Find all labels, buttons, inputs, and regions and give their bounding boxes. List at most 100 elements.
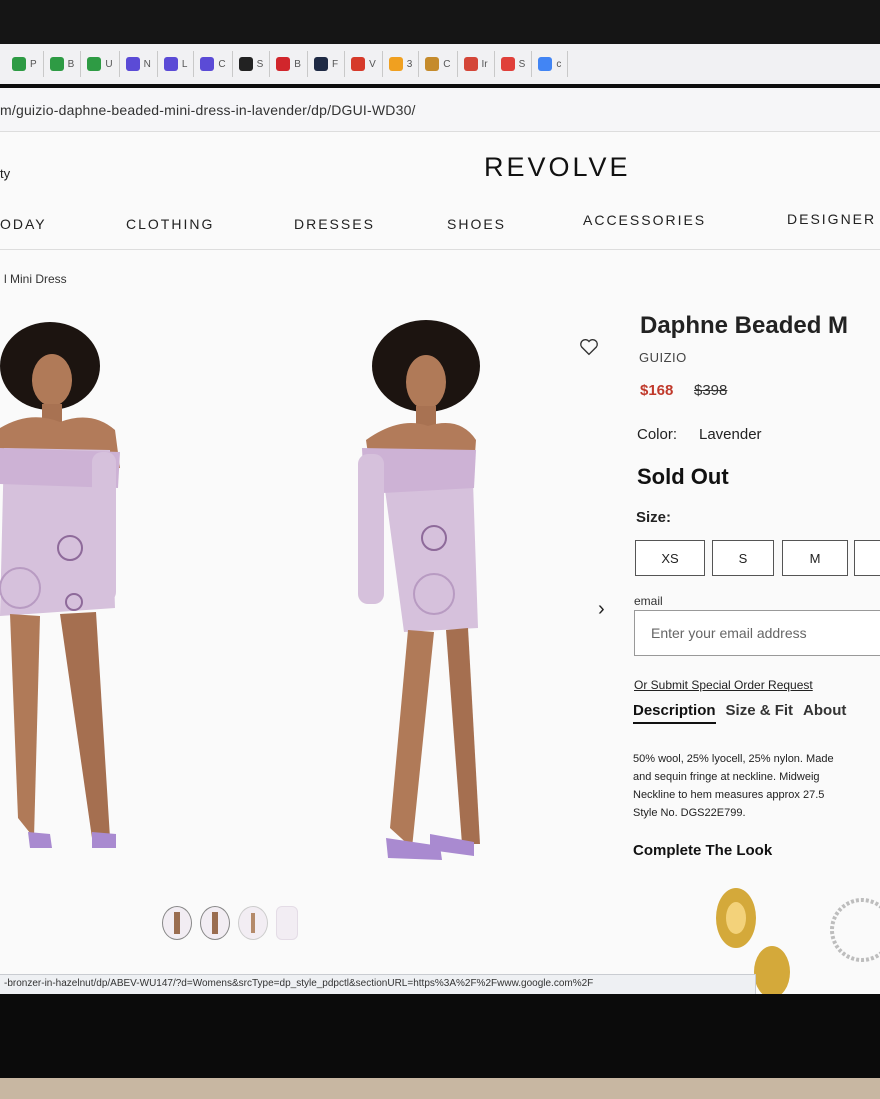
size-button-m[interactable]: M <box>782 540 848 576</box>
browser-tab[interactable]: B <box>44 51 82 77</box>
chevron-right-icon[interactable]: › <box>598 598 605 621</box>
compass-icon <box>238 57 253 71</box>
product-title: Daphne Beaded M <box>640 312 849 339</box>
dress-sleeve <box>92 452 116 602</box>
browser-tab[interactable]: B <box>270 51 308 77</box>
description-line: 50% wool, 25% lyocell, 25% nylon. Made <box>633 753 834 765</box>
nav-dresses[interactable]: DRESSES <box>294 216 375 232</box>
record-icon <box>500 57 515 71</box>
plus-square-icon <box>87 57 102 71</box>
shoe-left <box>28 832 52 848</box>
browser-tab-label: C <box>443 58 451 70</box>
browser-tab-label: B <box>294 58 301 70</box>
seahorse-icon <box>163 57 178 71</box>
browser-tab[interactable]: c <box>532 51 569 77</box>
trend-icon <box>313 57 328 71</box>
browser-tab-label: U <box>105 58 113 70</box>
earring-highlight <box>726 902 746 934</box>
tab-description[interactable]: Description <box>633 702 716 724</box>
photo-of-screen: P B U N L C S B F V 3 C Ir Sc m/guizio-daphne-beaded-… <box>0 0 880 1099</box>
browser-tab[interactable]: N <box>120 51 158 77</box>
browser-tab-label: F <box>331 58 339 70</box>
nav-clothing[interactable]: CLOTHING <box>126 216 214 232</box>
size-button-l[interactable] <box>854 540 880 576</box>
model-leg-right <box>60 612 110 838</box>
nav-today[interactable]: ODAY <box>0 216 47 232</box>
browser-tab[interactable]: F <box>308 51 346 77</box>
browser-tab-label: V <box>369 58 376 70</box>
product-brand[interactable]: GUIZIO <box>639 350 687 365</box>
gmail-icon <box>463 57 478 71</box>
sold-out-status: Sold Out <box>637 464 729 489</box>
plus-square-icon <box>49 57 64 71</box>
special-order-link[interactable]: Or Submit Special Order Request <box>634 678 813 692</box>
w-square-icon <box>351 57 366 71</box>
email-field[interactable] <box>634 610 880 656</box>
original-price: $398 <box>694 382 728 399</box>
main-nav: ODAY CLOTHING DRESSES SHOES ACCESSORIES … <box>0 202 880 250</box>
nav-shoes[interactable]: SHOES <box>447 216 506 232</box>
browser-tab-bar: P B U N L C S B F V 3 C Ir Sc <box>0 44 880 84</box>
bracelet-item[interactable] <box>830 898 880 962</box>
nav-designer[interactable]: DESIGNER <box>787 211 876 227</box>
browser-tab-label: Ir <box>481 58 488 70</box>
description-line: Style No. DGS22E799. <box>633 807 746 819</box>
calendar-icon <box>388 57 403 71</box>
browser-tab[interactable]: L <box>158 51 195 77</box>
nav-accessories[interactable]: ACCESSORIES <box>583 212 706 228</box>
r-square-icon <box>425 57 440 71</box>
browser-tab[interactable]: P <box>6 51 44 77</box>
browser-tab-label: S <box>256 58 264 70</box>
revolve-logo[interactable]: REVOLVE <box>484 152 631 183</box>
color-label: Color: <box>637 426 678 443</box>
browser-tab-label: 3 <box>406 58 413 70</box>
browser-tab[interactable]: 3 <box>383 51 420 77</box>
earring-item[interactable] <box>754 946 790 994</box>
size-button-xs[interactable]: XS <box>635 540 705 576</box>
tab-size-fit[interactable]: Size & Fit <box>726 702 794 724</box>
browser-tab[interactable]: C <box>419 51 458 77</box>
header-left-link[interactable]: ty <box>0 166 10 181</box>
thumbnail-2[interactable] <box>200 906 230 940</box>
complete-the-look-heading: Complete The Look <box>633 842 773 859</box>
thumbnail-4[interactable] <box>276 906 298 940</box>
browser-tab[interactable]: S <box>495 51 533 77</box>
model-leg-left <box>390 630 434 848</box>
breadcrumb[interactable]: l Mini Dress <box>4 272 67 286</box>
browser-tab-label: P <box>30 58 37 70</box>
size-button-s[interactable]: S <box>712 540 774 576</box>
model-face <box>406 355 446 409</box>
browser-tab-label: S <box>518 58 526 70</box>
description-line: Neckline to hem measures approx 27.5 <box>633 789 825 801</box>
thumbnail-3[interactable] <box>238 906 268 940</box>
thumbnail-figure <box>212 912 218 934</box>
monitor-bezel-top <box>0 0 880 44</box>
link-status-bar: -bronzer-in-hazelnut/dp/ABEV-WU147/?d=Wo… <box>0 974 756 994</box>
thumbnail-1[interactable] <box>162 906 192 940</box>
browser-tab-label: N <box>143 58 151 70</box>
url-text[interactable]: m/guizio-daphne-beaded-mini-dress-in-lav… <box>0 102 416 118</box>
size-label: Size: <box>636 509 672 526</box>
plus-square-icon <box>12 57 26 71</box>
browser-tab[interactable]: Ir <box>458 51 495 77</box>
browser-tab-label: c <box>556 58 562 70</box>
address-bar[interactable]: m/guizio-daphne-beaded-mini-dress-in-lav… <box>0 88 880 132</box>
product-photo-front[interactable] <box>0 318 130 878</box>
google-icon <box>538 57 553 71</box>
color-value: Lavender <box>699 426 762 443</box>
thumbnail-figure <box>251 913 255 933</box>
browser-tab[interactable]: S <box>233 51 271 77</box>
tab-about[interactable]: About <box>803 702 846 724</box>
dress-sleeve <box>358 454 384 604</box>
heart-icon[interactable] <box>578 336 600 358</box>
browser-tab[interactable]: C <box>194 51 233 77</box>
product-photo-side[interactable] <box>350 318 500 878</box>
email-label: email <box>634 594 663 608</box>
browser-tab[interactable]: U <box>81 51 120 77</box>
desk-surface <box>0 1078 880 1099</box>
browser-tab[interactable]: V <box>345 51 383 77</box>
product-info-tabs: Description Size & Fit About <box>633 702 846 724</box>
model-leg-left <box>10 614 40 838</box>
shoe-right <box>92 832 116 848</box>
browser-tab-label: B <box>67 58 75 70</box>
